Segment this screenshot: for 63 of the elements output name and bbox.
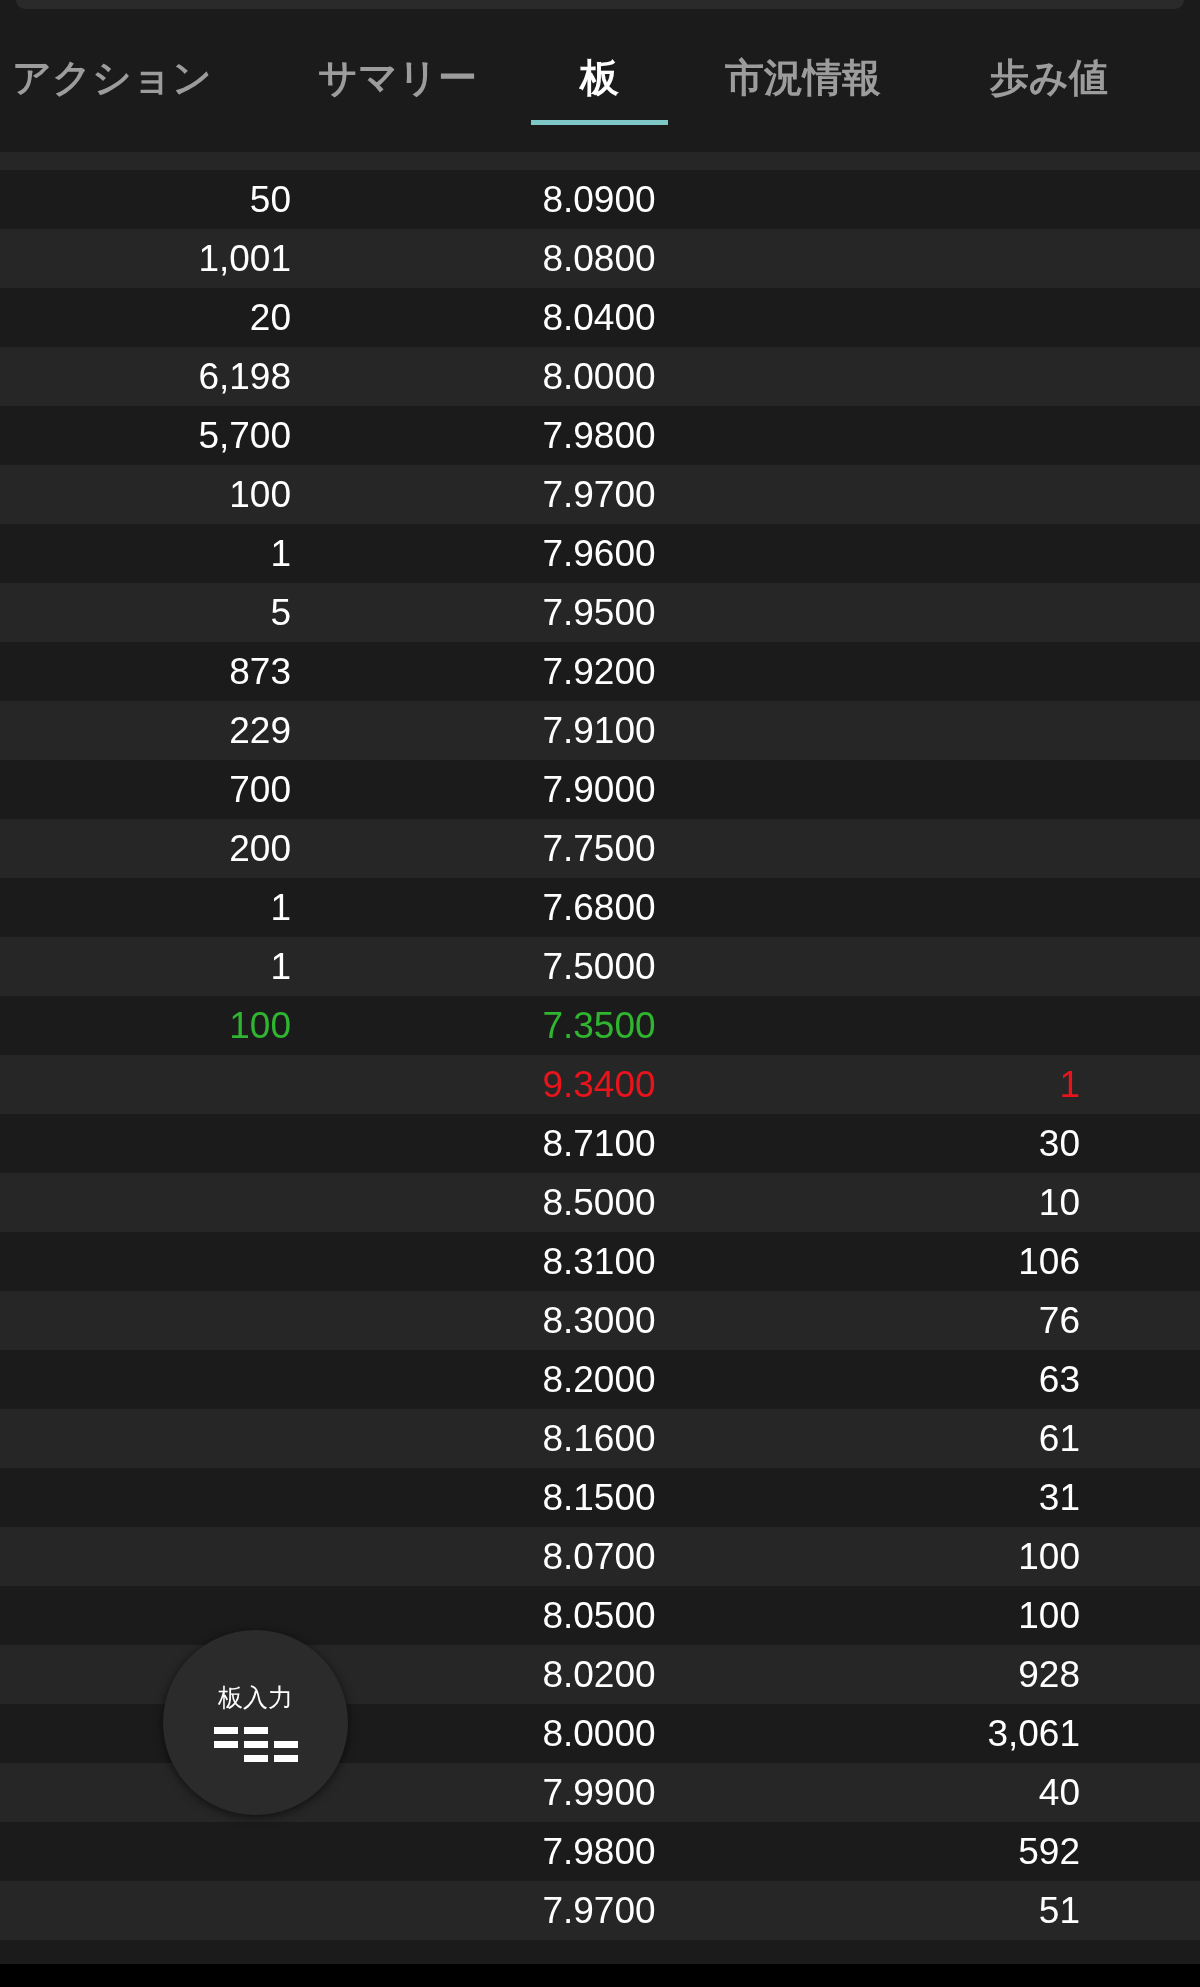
price: 8.0700: [542, 1534, 656, 1579]
bid-quantity: 5,700: [198, 413, 291, 458]
price: 7.3500: [542, 1003, 656, 1048]
price: 8.3100: [542, 1239, 656, 1284]
ask-quantity: 61: [1038, 1416, 1080, 1461]
bid-quantity: 200: [229, 826, 291, 871]
ask-quantity: 31: [1038, 1475, 1080, 1520]
price: 8.0200: [542, 1652, 656, 1697]
ask-quantity: 30: [1038, 1121, 1080, 1166]
ask-quantity: 106: [1018, 1239, 1080, 1284]
price: 7.7500: [542, 826, 656, 871]
price: 8.1600: [542, 1416, 656, 1461]
ask-quantity: 51: [1038, 1888, 1080, 1933]
bid-quantity: 6,198: [198, 354, 291, 399]
ask-quantity: 3,061: [987, 1711, 1080, 1756]
price: 7.9900: [542, 1770, 656, 1815]
price: 8.2000: [542, 1357, 656, 1402]
price: 8.0900: [542, 177, 656, 222]
ask-quantity: 100: [1018, 1593, 1080, 1638]
bid-quantity: 5: [270, 590, 291, 635]
bid-quantity: 1: [270, 885, 291, 930]
ask-quantity: 100: [1018, 1534, 1080, 1579]
price: 8.0800: [542, 236, 656, 281]
price: 7.9500: [542, 590, 656, 635]
bid-quantity: 1: [270, 531, 291, 576]
bid-quantity: 1,001: [198, 236, 291, 281]
tab[interactable]: アクション: [2, 54, 222, 134]
price: 7.9800: [542, 413, 656, 458]
price: 8.0000: [542, 1711, 656, 1756]
ask-quantity: 592: [1018, 1829, 1080, 1874]
price: 7.9200: [542, 649, 656, 694]
price: 7.9700: [542, 472, 656, 517]
bid-quantity: 873: [229, 649, 291, 694]
price: 7.6800: [542, 885, 656, 930]
bid-quantity: 100: [229, 1003, 291, 1048]
price: 8.0400: [542, 295, 656, 340]
ask-quantity: 76: [1038, 1298, 1080, 1343]
ask-quantity: 63: [1038, 1357, 1080, 1402]
price: 8.3000: [542, 1298, 656, 1343]
price: 8.7100: [542, 1121, 656, 1166]
ask-quantity: 40: [1038, 1770, 1080, 1815]
price: 8.0000: [542, 354, 656, 399]
price: 7.9700: [542, 1888, 656, 1933]
bid-quantity: 700: [229, 767, 291, 812]
price: 7.9800: [542, 1829, 656, 1874]
ask-quantity: 10: [1038, 1180, 1080, 1225]
order-list-icon: [213, 1726, 298, 1763]
price: 7.9000: [542, 767, 656, 812]
price: 8.1500: [542, 1475, 656, 1520]
price: 7.9600: [542, 531, 656, 576]
bid-quantity: 20: [249, 295, 291, 340]
ask-quantity: 1: [1059, 1062, 1080, 1107]
bid-quantity: 50: [249, 177, 291, 222]
price: 7.5000: [542, 944, 656, 989]
bid-quantity: 100: [229, 472, 291, 517]
ask-quantity: 928: [1018, 1652, 1080, 1697]
bid-quantity: 1: [270, 944, 291, 989]
price: 7.9100: [542, 708, 656, 753]
tab[interactable]: 歩み値: [939, 54, 1159, 134]
bid-quantity: 229: [229, 708, 291, 753]
price: 8.0500: [542, 1593, 656, 1638]
price: 8.5000: [542, 1180, 656, 1225]
price: 9.3400: [542, 1062, 656, 1107]
